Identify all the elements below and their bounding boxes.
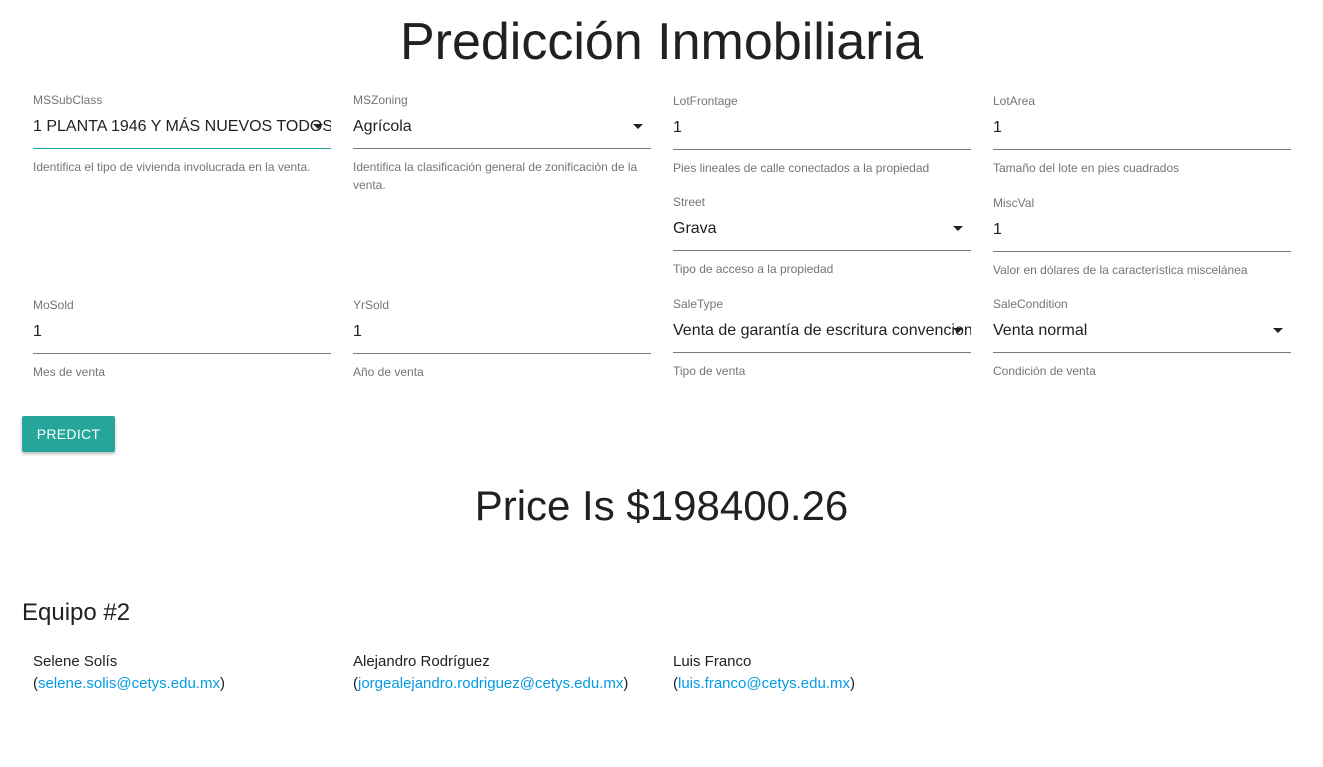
mssubclass-label: MSSubClass [33, 93, 103, 107]
miscval-value: 1 [993, 221, 1002, 238]
mssubclass-select[interactable]: 1 PLANTA 1946 Y MÁS NUEVOS TODOS LOS EST… [33, 114, 331, 149]
member-email-line: (luis.franco@cetys.edu.mx) [673, 675, 855, 692]
lotfrontage-field: LotFrontage 1 Pies lineales de calle con… [673, 93, 971, 177]
yrsold-label: YrSold [353, 298, 390, 312]
yrsold-input[interactable]: 1 [353, 319, 651, 354]
lotarea-input[interactable]: 1 [993, 115, 1291, 150]
street-field: Street Grava Tipo de acceso a la propied… [673, 194, 971, 278]
street-value: Grava [673, 220, 717, 237]
mszoning-label: MSZoning [353, 93, 408, 107]
member-name: Luis Franco [673, 653, 752, 670]
salecondition-label: SaleCondition [993, 297, 1068, 311]
mosold-helper: Mes de venta [33, 365, 106, 379]
member-email-link[interactable]: selene.solis@cetys.edu.mx [38, 675, 220, 692]
miscval-helper: Valor en dólares de la característica mi… [993, 263, 1248, 277]
mszoning-field: MSZoning Agrícola Identifica la clasific… [353, 92, 651, 194]
salecondition-select[interactable]: Venta normal [993, 318, 1291, 353]
yrsold-field: YrSold 1 Año de venta [353, 297, 651, 381]
street-select[interactable]: Grava [673, 216, 971, 251]
lotarea-field: LotArea 1 Tamaño del lote en pies cuadra… [993, 93, 1291, 177]
saletype-label: SaleType [673, 297, 724, 311]
lotfrontage-helper: Pies lineales de calle conectados a la p… [673, 161, 930, 175]
team-member: Selene Solís (selene.solis@cetys.edu.mx) [33, 651, 225, 695]
miscval-input[interactable]: 1 [993, 217, 1291, 252]
chevron-down-icon[interactable] [953, 226, 963, 231]
chevron-down-icon[interactable] [953, 328, 963, 333]
street-helper: Tipo de acceso a la propiedad [673, 262, 834, 276]
saletype-value: Venta de garantía de escritura convencio… [673, 322, 971, 339]
street-label: Street [673, 195, 706, 209]
mszoning-value: Agrícola [353, 118, 412, 135]
mszoning-select[interactable]: Agrícola [353, 114, 651, 149]
member-name: Selene Solís [33, 653, 118, 670]
salecondition-value: Venta normal [993, 322, 1088, 339]
chevron-down-icon[interactable] [1273, 328, 1283, 333]
mssubclass-field: MSSubClass 1 PLANTA 1946 Y MÁS NUEVOS TO… [33, 92, 331, 176]
member-email-line: (jorgealejandro.rodriguez@cetys.edu.mx) [353, 675, 629, 692]
page: Predicción Inmobiliaria MSSubClass 1 PLA… [0, 0, 1323, 767]
member-email-link[interactable]: jorgealejandro.rodriguez@cetys.edu.mx [358, 675, 623, 692]
team-title: Equipo #2 [22, 599, 131, 626]
lotfrontage-input[interactable]: 1 [673, 115, 971, 150]
lotfrontage-value: 1 [673, 119, 682, 136]
team-member: Alejandro Rodríguez (jorgealejandro.rodr… [353, 651, 628, 695]
team-member: Luis Franco (luis.franco@cetys.edu.mx) [673, 651, 855, 695]
yrsold-value: 1 [353, 323, 362, 340]
saletype-field: SaleType Venta de garantía de escritura … [673, 296, 971, 380]
page-title: Predicción Inmobiliaria [399, 13, 924, 71]
price-result: Price Is $198400.26 [474, 482, 849, 529]
mssubclass-value: 1 PLANTA 1946 Y MÁS NUEVOS TODOS LOS EST… [33, 118, 331, 135]
mosold-input[interactable]: 1 [33, 319, 331, 354]
yrsold-helper: Año de venta [353, 365, 424, 379]
member-email-link[interactable]: luis.franco@cetys.edu.mx [678, 675, 850, 692]
mssubclass-helper: Identifica el tipo de vivienda involucra… [33, 160, 311, 174]
chevron-down-icon[interactable] [313, 124, 323, 129]
lotfrontage-label: LotFrontage [673, 94, 738, 108]
miscval-field: MiscVal 1 Valor en dólares de la caracte… [993, 195, 1291, 279]
mosold-label: MoSold [33, 298, 74, 312]
member-email-line: (selene.solis@cetys.edu.mx) [33, 675, 225, 692]
lotarea-helper: Tamaño del lote en pies cuadrados [993, 161, 1180, 175]
mosold-value: 1 [33, 323, 42, 340]
saletype-select[interactable]: Venta de garantía de escritura convencio… [673, 318, 971, 353]
mszoning-helper: Identifica la clasificación general de z… [353, 160, 638, 192]
lotarea-value: 1 [993, 119, 1002, 136]
salecondition-helper: Condición de venta [993, 364, 1096, 378]
predict-button[interactable]: PREDICT [22, 416, 115, 452]
saletype-helper: Tipo de venta [673, 364, 746, 378]
mosold-field: MoSold 1 Mes de venta [33, 297, 331, 381]
lotarea-label: LotArea [993, 94, 1036, 108]
miscval-label: MiscVal [993, 196, 1035, 210]
chevron-down-icon[interactable] [633, 124, 643, 129]
salecondition-field: SaleCondition Venta normal Condición de … [993, 296, 1291, 380]
member-name: Alejandro Rodríguez [353, 653, 490, 670]
